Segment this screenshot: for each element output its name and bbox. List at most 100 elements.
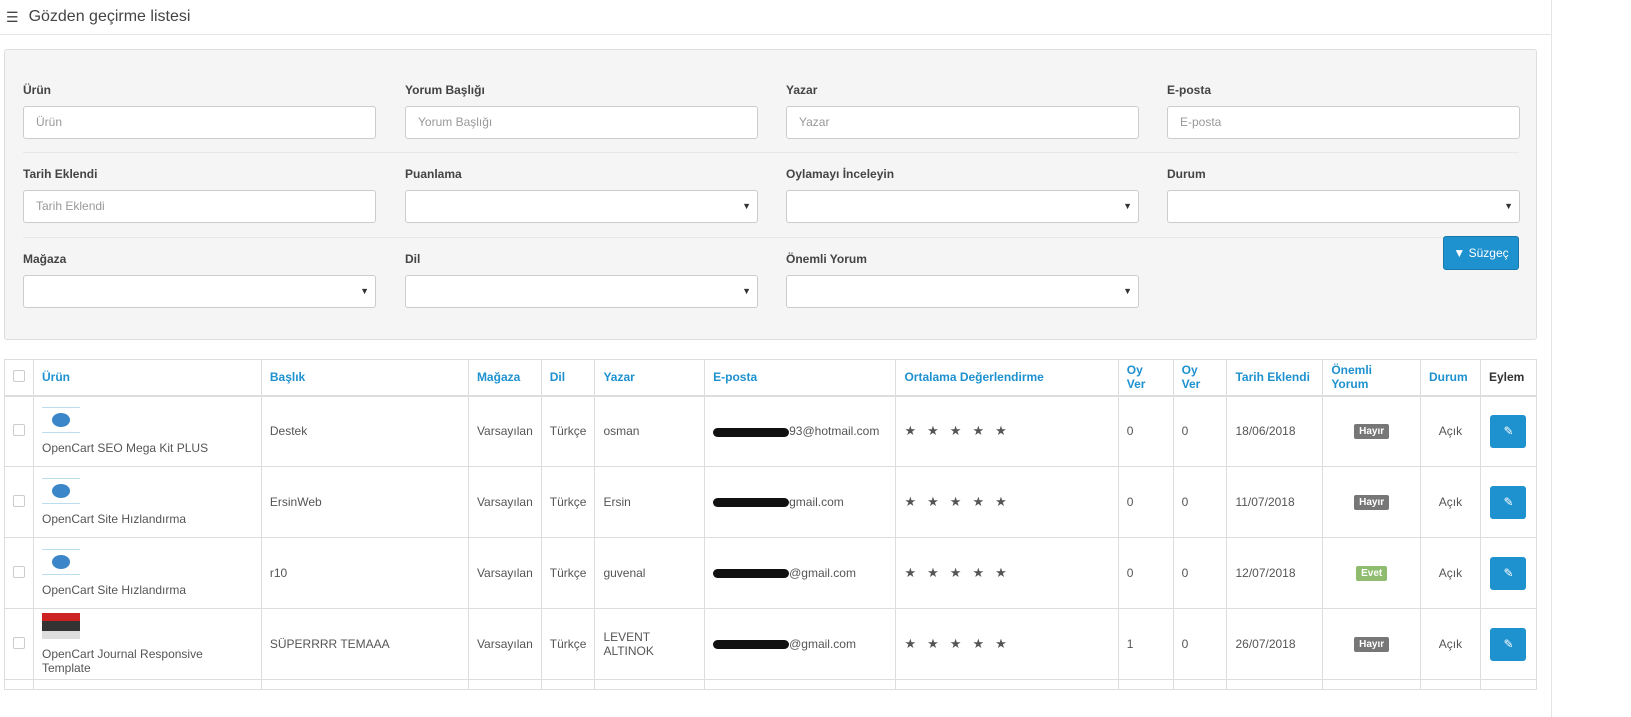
author-input[interactable]: Yazar <box>786 106 1139 139</box>
rating-cell: ★★★★★ <box>895 608 1119 680</box>
review-table: Ürün Başlık Mağaza Dil Yazar E-posta Ortalama … <box>4 359 1538 690</box>
store-cell: Varsayılan <box>467 608 542 680</box>
review-title-input[interactable]: Yorum Başlığı <box>405 106 758 139</box>
column-header[interactable]: Ortalama Değerlendirme <box>895 359 1119 397</box>
table-row: OpenCart Journal Responsive Template SÜP… <box>4 608 1538 680</box>
select-all-cell <box>4 359 34 397</box>
filter-review-vote: Oylamayı İnceleyin <box>786 167 1139 223</box>
rating-select[interactable] <box>405 190 758 223</box>
date-added-input[interactable]: Tarih Eklendi <box>23 190 376 223</box>
column-header[interactable]: Oy Ver <box>1172 359 1228 397</box>
product-thumbnail <box>42 613 80 639</box>
email-cell: @gmail.com <box>704 537 897 609</box>
vote-cell: 0 <box>1172 608 1228 680</box>
star-icon: ★ <box>927 423 950 439</box>
star-icon: ★ <box>949 423 973 439</box>
rating-cell: ★★★★★ <box>895 537 1119 609</box>
row-checkbox[interactable] <box>13 565 25 578</box>
pencil-icon: ✎ <box>1503 636 1514 651</box>
column-header[interactable]: Oy Ver <box>1117 359 1174 397</box>
column-header[interactable]: Mağaza <box>467 359 542 397</box>
page-header: ☰ Gözden geçirme listesi <box>0 0 1551 35</box>
star-icon: ★ <box>904 565 928 580</box>
star-icon: ★ <box>972 636 996 651</box>
column-header[interactable]: Tarih Eklendi <box>1226 359 1324 397</box>
edit-button[interactable]: ✎ <box>1490 556 1527 590</box>
email-input[interactable]: E-posta <box>1167 106 1520 139</box>
column-header[interactable]: E-posta <box>704 359 897 397</box>
select-all-checkbox[interactable] <box>13 369 25 382</box>
column-header[interactable]: Önemli Yorum <box>1322 359 1421 397</box>
star-icon: ★ <box>972 423 996 439</box>
divider <box>23 237 1519 238</box>
column-header[interactable]: Durum <box>1420 359 1481 397</box>
star-icon: ★ <box>904 494 928 509</box>
email-cell: 93@hotmail.com <box>704 395 897 467</box>
row-select-cell <box>4 466 34 538</box>
redaction <box>713 427 790 437</box>
filter-button[interactable]: ▼ Süzgeç <box>1443 236 1519 270</box>
important-badge: Hayır <box>1354 495 1390 510</box>
language-cell: Türkçe <box>540 537 596 609</box>
edit-button[interactable]: ✎ <box>1490 627 1527 661</box>
vote-cell: 0 <box>1172 466 1228 538</box>
vote-cell: 0 <box>1117 537 1174 609</box>
filter-label: Puanlama <box>405 167 462 181</box>
store-cell: Varsayılan <box>467 466 542 538</box>
action-cell: ✎ <box>1479 608 1538 680</box>
product-name: OpenCart Journal Responsive Template <box>42 647 203 675</box>
vote-cell: 1 <box>1117 608 1174 680</box>
product-cell: OpenCart Site Hızlandırma <box>33 537 262 609</box>
column-header[interactable]: Yazar <box>594 359 706 397</box>
date-cell: 18/06/2018 <box>1226 395 1324 467</box>
status-select[interactable] <box>1167 190 1520 223</box>
redaction <box>713 569 790 579</box>
filter-store: Mağaza <box>23 252 376 308</box>
star-icon: ★ <box>949 565 973 580</box>
star-icon: ★ <box>995 494 1018 509</box>
language-cell: Türkçe <box>540 395 596 467</box>
star-icon: ★ <box>927 636 950 651</box>
date-cell: 11/07/2018 <box>1226 466 1324 538</box>
star-icon: ★ <box>949 494 973 509</box>
rating-cell: ★★★★★ <box>895 466 1119 538</box>
action-cell: ✎ <box>1479 395 1538 467</box>
rating-cell: ★★★★★ <box>895 395 1119 467</box>
vote-cell: 0 <box>1117 395 1174 467</box>
row-select-cell <box>4 395 34 467</box>
column-header[interactable]: Ürün <box>33 359 262 397</box>
important-review-select[interactable] <box>786 275 1139 308</box>
star-icon: ★ <box>972 565 996 580</box>
product-cell: OpenCart Journal Responsive Template <box>33 608 262 680</box>
filter-icon: ▼ <box>1453 246 1466 260</box>
star-icon: ★ <box>995 565 1018 580</box>
author-cell: Ersin <box>594 466 706 538</box>
row-checkbox[interactable] <box>13 636 25 649</box>
table-row <box>4 679 1538 690</box>
status-cell: Açık <box>1420 537 1481 609</box>
action-cell: ✎ <box>1479 537 1538 609</box>
column-header[interactable]: Dil <box>540 359 596 397</box>
row-select-cell <box>4 537 34 609</box>
language-select[interactable] <box>405 275 758 308</box>
column-header[interactable]: Başlık <box>260 359 469 397</box>
filter-label: Dil <box>405 252 421 266</box>
scrollbar[interactable] <box>1551 0 1552 717</box>
important-cell: Evet <box>1322 537 1421 609</box>
row-checkbox[interactable] <box>13 423 25 436</box>
row-select-cell <box>4 608 34 680</box>
pencil-icon: ✎ <box>1503 494 1514 509</box>
edit-button[interactable]: ✎ <box>1490 414 1527 448</box>
language-cell: Türkçe <box>540 608 596 680</box>
filter-label: Yazar <box>786 83 818 97</box>
vote-cell: 0 <box>1172 395 1228 467</box>
author-cell: guvenal <box>594 537 706 609</box>
filter-label: Ürün <box>23 83 51 97</box>
product-cell: OpenCart SEO Mega Kit PLUS <box>33 395 262 467</box>
edit-button[interactable]: ✎ <box>1490 485 1527 519</box>
row-checkbox[interactable] <box>13 494 25 507</box>
store-select[interactable] <box>23 275 376 308</box>
review-vote-select[interactable] <box>786 190 1139 223</box>
email-text: gmail.com <box>789 495 844 509</box>
product-input[interactable]: Ürün <box>23 106 376 139</box>
